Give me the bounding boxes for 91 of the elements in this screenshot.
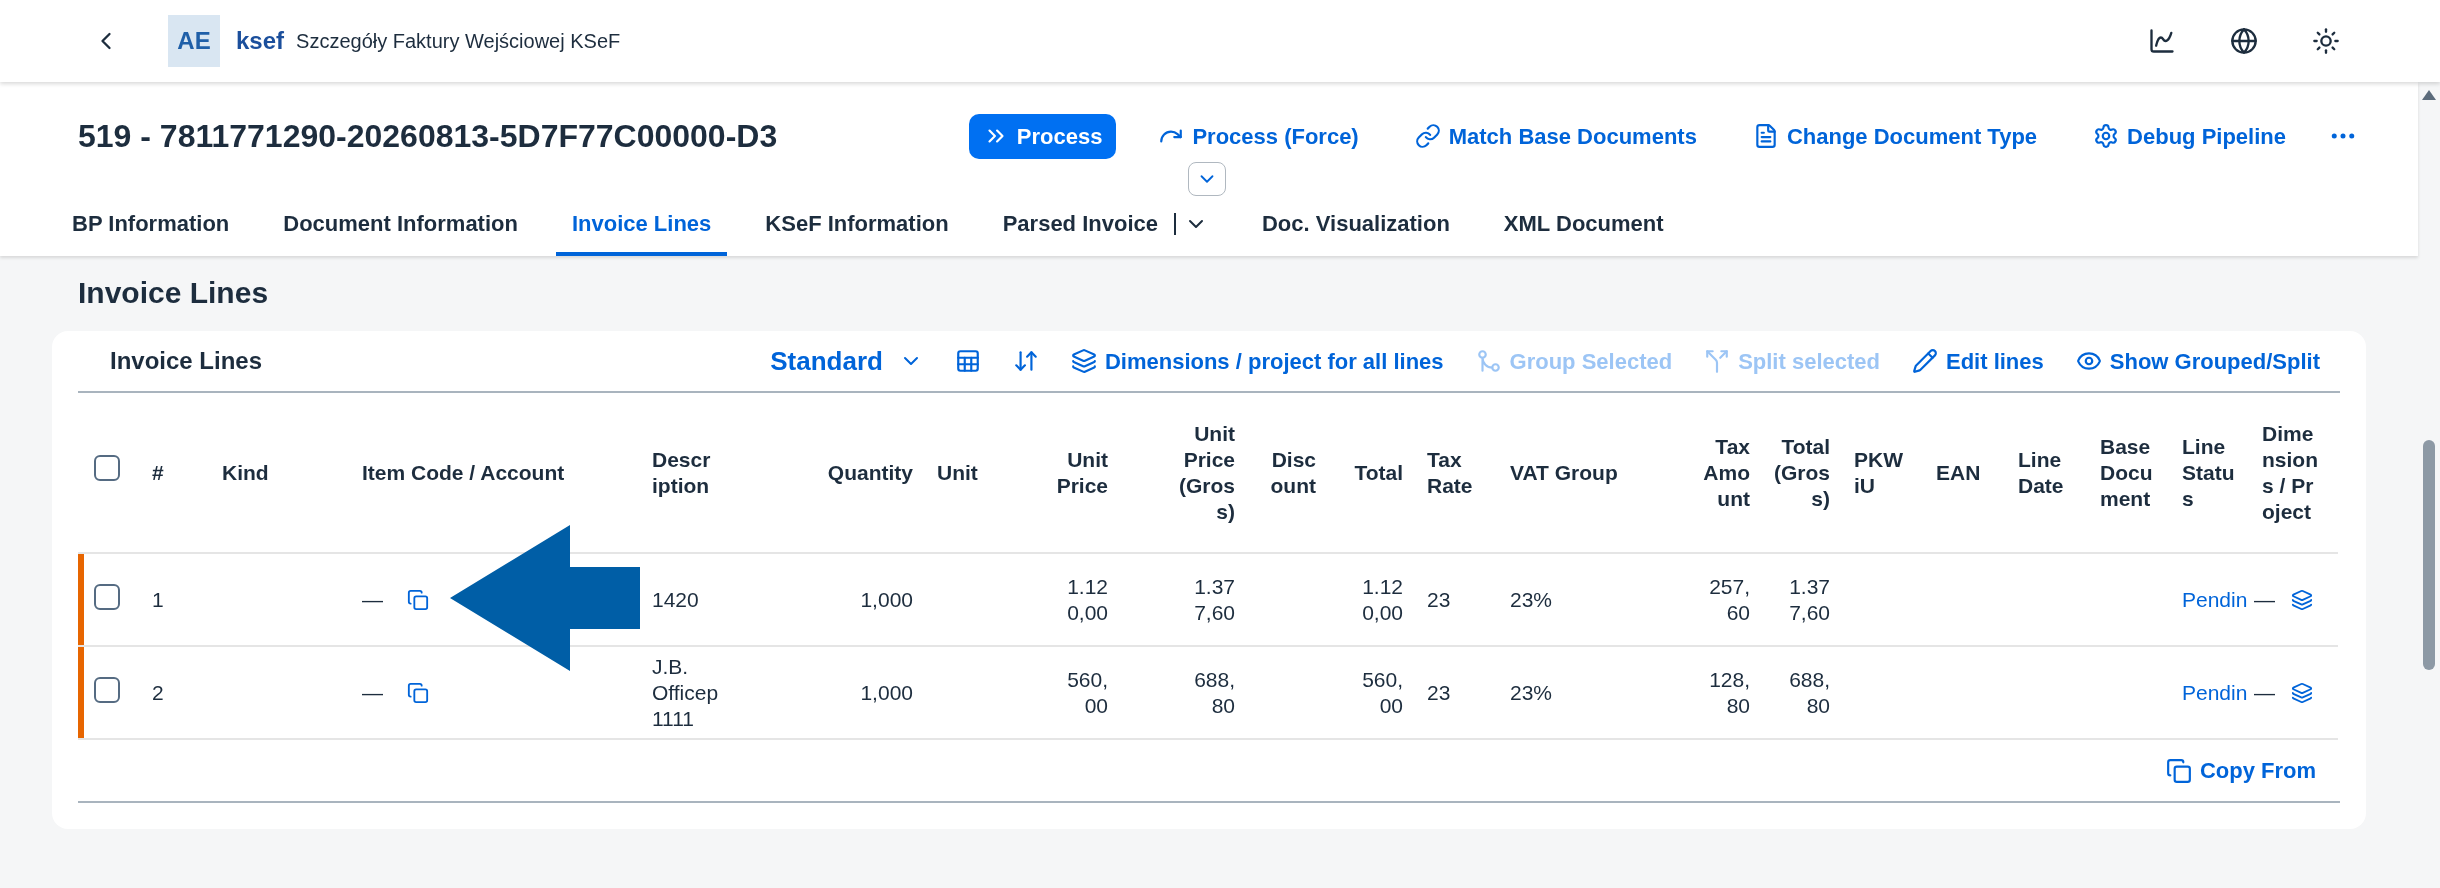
column-header[interactable]: Unit Price bbox=[1052, 446, 1108, 499]
table-cell-text: 1,000 bbox=[859, 586, 913, 613]
table-cell-text: 23 bbox=[1427, 586, 1452, 613]
tab[interactable]: BP Information bbox=[56, 207, 246, 256]
column-header[interactable]: Unit Price (Gross) bbox=[1175, 420, 1235, 525]
table-cell-text: 560,00 bbox=[1361, 666, 1403, 719]
copy-from-button[interactable]: Copy From bbox=[2165, 754, 2316, 787]
toolbar-button[interactable]: Show Grouped/Split bbox=[2075, 344, 2320, 378]
layers-icon bbox=[1070, 348, 1097, 374]
column-header[interactable]: Description bbox=[652, 446, 712, 499]
header-action-button[interactable]: Process (Force) bbox=[1144, 113, 1373, 159]
status-link[interactable]: Pendin bbox=[2182, 680, 2248, 704]
scroll-up-icon[interactable] bbox=[2422, 90, 2436, 100]
app-name: ksef bbox=[236, 26, 285, 56]
table-cell: — bbox=[2254, 586, 2275, 613]
header-action-button[interactable]: Match Base Documents bbox=[1400, 113, 1711, 159]
copy-icon[interactable] bbox=[407, 588, 429, 611]
column-header[interactable]: Total bbox=[1340, 459, 1403, 486]
settings-icon bbox=[2093, 123, 2120, 149]
column-header[interactable]: Tax Amount bbox=[1700, 433, 1750, 512]
tab[interactable]: Doc. Visualization bbox=[1246, 207, 1466, 256]
table-cell-text: 128,80 bbox=[1708, 666, 1750, 719]
column-header[interactable]: EAN bbox=[1936, 459, 1994, 486]
table-cell-text: 688,80 bbox=[1788, 666, 1830, 719]
column-header[interactable]: Discount bbox=[1264, 446, 1316, 499]
status-link[interactable]: Pendin bbox=[2182, 587, 2248, 611]
table-cell: — bbox=[362, 679, 383, 706]
column-header[interactable]: Dimensions / Project bbox=[2262, 420, 2322, 525]
table-cell-text: 1.120,00 bbox=[1066, 573, 1108, 626]
globe-icon[interactable] bbox=[2230, 27, 2258, 55]
table-cell-text: 1.377,60 bbox=[1193, 573, 1235, 626]
table-cell-text: 1.120,00 bbox=[1361, 573, 1403, 626]
column-header[interactable]: PKWiU bbox=[1854, 446, 1904, 499]
tab[interactable]: Parsed Invoice bbox=[986, 207, 1224, 256]
column-header[interactable]: Base Document bbox=[2100, 433, 2166, 512]
logo: AE bbox=[168, 15, 220, 67]
sun-icon[interactable] bbox=[2312, 27, 2340, 55]
pencil-icon bbox=[1912, 348, 1938, 374]
table-settings-icon[interactable] bbox=[954, 348, 981, 374]
column-header[interactable]: Item Code / Account bbox=[362, 459, 628, 486]
column-header[interactable]: VAT Group bbox=[1510, 459, 1656, 486]
table-cell-text: 23% bbox=[1510, 679, 1554, 706]
copy-icon bbox=[2165, 757, 2192, 784]
table-cell: — bbox=[2254, 679, 2275, 706]
table-cell-text: 2 bbox=[152, 679, 165, 706]
tab[interactable]: Invoice Lines bbox=[555, 207, 728, 256]
collapse-header-button[interactable] bbox=[1188, 162, 1226, 196]
tab[interactable]: KSeF Information bbox=[749, 207, 965, 256]
copy-icon[interactable] bbox=[407, 681, 429, 704]
link-icon bbox=[1414, 123, 1441, 149]
split-icon bbox=[1704, 348, 1731, 374]
table-cell-text: 23% bbox=[1510, 586, 1554, 613]
toolbar-button[interactable]: Edit lines bbox=[1912, 344, 2044, 378]
table-cell-text: J.B. Officep 1111 bbox=[652, 653, 720, 732]
toolbar-button[interactable]: Dimensions / project for all lines bbox=[1070, 344, 1444, 378]
column-header[interactable]: Kind bbox=[222, 459, 338, 486]
header-action-button[interactable]: Change Document Type bbox=[1738, 113, 2052, 159]
column-header[interactable]: Line Status bbox=[2182, 433, 2240, 512]
tab[interactable]: Document Information bbox=[267, 207, 534, 256]
layers-icon[interactable] bbox=[2291, 588, 2313, 611]
table-cell-text: 1.377,60 bbox=[1788, 573, 1830, 626]
page-subtitle: Szczegóły Faktury Wejściowej KSeF bbox=[296, 29, 621, 54]
object-title: 519 - 7811771290-20260813-5D7F77C00000-D3 bbox=[78, 117, 778, 156]
row-checkbox[interactable] bbox=[94, 676, 120, 703]
table-cell-text: 1420 bbox=[652, 586, 700, 613]
layers-icon[interactable] bbox=[2291, 681, 2313, 704]
table-cell-text: 560,00 bbox=[1066, 666, 1108, 719]
section-title: Invoice Lines bbox=[78, 275, 270, 311]
variant-selector[interactable]: Standard bbox=[770, 341, 923, 381]
merge-icon bbox=[1475, 348, 1502, 374]
column-header[interactable]: Total (Gross) bbox=[1774, 433, 1830, 512]
table-cell: — bbox=[362, 586, 383, 613]
row-checkbox[interactable] bbox=[94, 583, 120, 610]
row-checkbox[interactable] bbox=[94, 455, 120, 482]
header-action-button[interactable]: Debug Pipeline bbox=[2079, 113, 2300, 159]
column-header[interactable]: Line Date bbox=[2018, 446, 2070, 499]
scrollbar-thumb[interactable] bbox=[2423, 440, 2435, 670]
column-header[interactable]: Unit bbox=[937, 459, 1028, 486]
table-cell-text: 23 bbox=[1427, 679, 1452, 706]
column-header[interactable]: # bbox=[152, 459, 198, 486]
column-header[interactable]: Quantity bbox=[747, 459, 913, 486]
table-cell-text: 1 bbox=[152, 586, 165, 613]
table-cell-text: 1,000 bbox=[859, 679, 913, 706]
column-header[interactable]: Tax Rate bbox=[1427, 446, 1477, 499]
table-title: Invoice Lines bbox=[110, 346, 263, 376]
tab[interactable]: XML Document bbox=[1487, 207, 1680, 256]
header-action-button[interactable]: Process bbox=[968, 113, 1117, 159]
chart-icon[interactable] bbox=[2148, 27, 2176, 55]
table-cell-text: 688,80 bbox=[1193, 666, 1235, 719]
sort-icon[interactable] bbox=[1012, 348, 1039, 374]
table-cell-text: 257,60 bbox=[1708, 573, 1750, 626]
